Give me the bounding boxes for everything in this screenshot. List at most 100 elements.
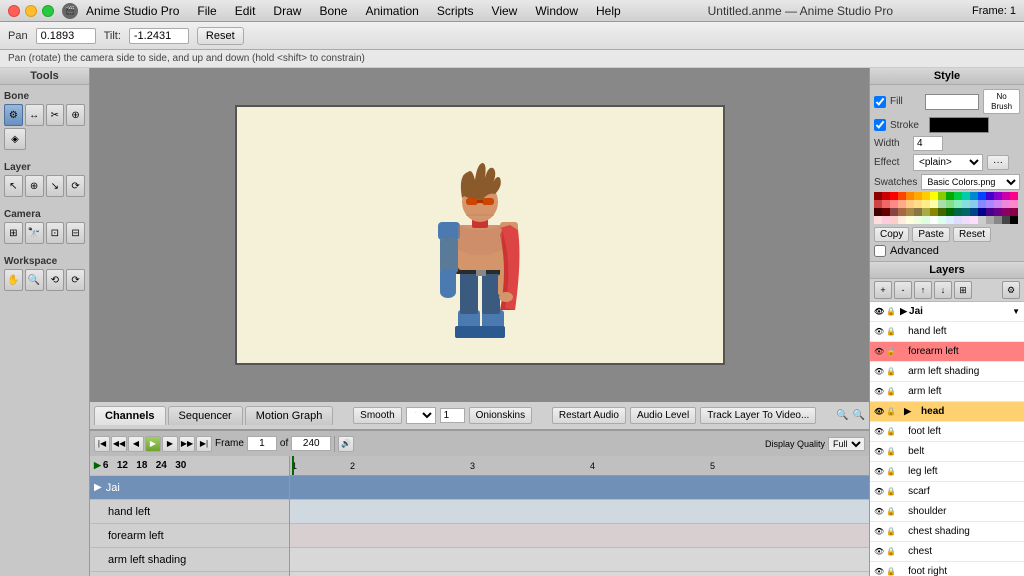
color-cell[interactable] [930,208,938,216]
color-cell[interactable] [1010,208,1018,216]
maximize-button[interactable] [42,5,54,17]
color-cell[interactable] [874,200,882,208]
color-cell[interactable] [914,216,922,224]
color-cell[interactable] [986,200,994,208]
color-cell[interactable] [882,192,890,200]
menu-file[interactable]: File [189,2,224,20]
camera-tool-3[interactable]: ⊡ [46,222,65,244]
color-cell[interactable] [970,208,978,216]
color-cell[interactable] [970,216,978,224]
bone-tool-4[interactable]: ⊕ [66,104,85,126]
camera-tool-2[interactable]: 🔭 [25,222,44,244]
color-cell[interactable] [978,192,986,200]
layer-head[interactable]: 👁 🔒 ▶ head [870,402,1024,422]
color-cell[interactable] [986,208,994,216]
layer-hand-left[interactable]: 👁 🔒 hand left [870,322,1024,342]
smooth-select[interactable]: ▼ [406,407,436,424]
color-cell[interactable] [914,192,922,200]
camera-tool-1[interactable]: ⊞ [4,222,23,244]
nav-next-frame[interactable]: ▶ [162,436,178,452]
color-cell[interactable] [1002,216,1010,224]
copy-button[interactable]: Copy [874,227,909,242]
no-brush-button[interactable]: No Brush [983,89,1020,114]
nav-prev-frame[interactable]: ◀ [128,436,144,452]
reset-button[interactable]: Reset [197,27,244,45]
bone-tool-2[interactable]: ↔ [25,104,44,126]
nav-prev-key[interactable]: ◀◀ [111,436,127,452]
color-cell[interactable] [970,200,978,208]
effect-select[interactable]: <plain> [913,154,983,171]
canvas-container[interactable] [90,68,869,402]
layer-leg-left[interactable]: 👁 🔒 leg left [870,462,1024,482]
effect-settings-button[interactable]: ··· [987,155,1009,170]
onionskins-button[interactable]: Onionskins [469,407,532,424]
color-cell[interactable] [962,208,970,216]
track-jai[interactable]: ▶ Jai [90,476,289,500]
reset-button[interactable]: Reset [953,227,991,242]
layer-arm-left-shading[interactable]: 👁 🔒 arm left shading [870,362,1024,382]
track-arm-shading[interactable]: arm left shading [90,548,289,572]
menu-scripts[interactable]: Scripts [429,2,482,20]
camera-tool-4[interactable]: ⊟ [66,222,85,244]
color-cell[interactable] [994,200,1002,208]
frame-step-input[interactable] [440,408,465,423]
smooth-button[interactable]: Smooth [353,407,401,424]
color-cell[interactable] [1010,200,1018,208]
color-cell[interactable] [986,216,994,224]
color-cell[interactable] [994,192,1002,200]
nav-next-key[interactable]: ▶▶ [179,436,195,452]
layer-chest[interactable]: 👁 🔒 chest [870,542,1024,562]
color-cell[interactable] [986,192,994,200]
layer-add-button[interactable]: + [874,281,892,299]
color-cell[interactable] [946,192,954,200]
tab-sequencer[interactable]: Sequencer [168,406,243,425]
color-cell[interactable] [938,208,946,216]
color-cell[interactable] [938,216,946,224]
layer-settings-button[interactable]: ⚙ [1002,281,1020,299]
menu-anime-studio-pro[interactable]: Anime Studio Pro [78,2,187,20]
paste-button[interactable]: Paste [912,227,950,242]
color-cell[interactable] [890,208,898,216]
fill-checkbox[interactable] [874,96,886,108]
workspace-tool-3[interactable]: ⟲ [46,269,65,291]
color-cell[interactable] [938,200,946,208]
color-cell[interactable] [938,192,946,200]
color-cell[interactable] [922,208,930,216]
color-cell[interactable] [954,200,962,208]
color-cell[interactable] [890,200,898,208]
menu-draw[interactable]: Draw [265,2,309,20]
layer-up-button[interactable]: ↑ [914,281,932,299]
audio-toggle[interactable]: 🔊 [338,436,354,452]
color-cell[interactable] [978,208,986,216]
bone-tool-1[interactable]: ⚙ [4,104,23,126]
color-cell[interactable] [922,216,930,224]
tab-channels[interactable]: Channels [94,406,166,425]
layer-scarf[interactable]: 👁 🔒 scarf [870,482,1024,502]
fill-color-swatch[interactable] [925,94,979,110]
nav-to-end[interactable]: ▶| [196,436,212,452]
color-cell[interactable] [946,208,954,216]
width-input[interactable] [913,136,943,151]
color-cell[interactable] [970,192,978,200]
color-cell[interactable] [954,216,962,224]
color-cell[interactable] [978,216,986,224]
current-frame-input[interactable] [247,436,277,451]
color-cell[interactable] [922,192,930,200]
layer-arm-left[interactable]: 👁 🔒 arm left [870,382,1024,402]
color-cell[interactable] [890,216,898,224]
layer-tool-2[interactable]: ⊕ [25,175,44,197]
layer-foot-right[interactable]: 👁 🔒 foot right [870,562,1024,576]
layer-chest-shading[interactable]: 👁 🔒 chest shading [870,522,1024,542]
stroke-checkbox[interactable] [874,119,886,131]
layer-foot-left[interactable]: 👁 🔒 foot left [870,422,1024,442]
layer-tool-4[interactable]: ⟳ [66,175,85,197]
color-cell[interactable] [906,208,914,216]
color-cell[interactable] [930,192,938,200]
tab-motion-graph[interactable]: Motion Graph [245,406,334,425]
tilt-input[interactable] [129,28,189,44]
color-cell[interactable] [914,208,922,216]
color-cell[interactable] [994,216,1002,224]
minimize-button[interactable] [25,5,37,17]
color-cell[interactable] [954,208,962,216]
layer-group-button[interactable]: ⊞ [954,281,972,299]
